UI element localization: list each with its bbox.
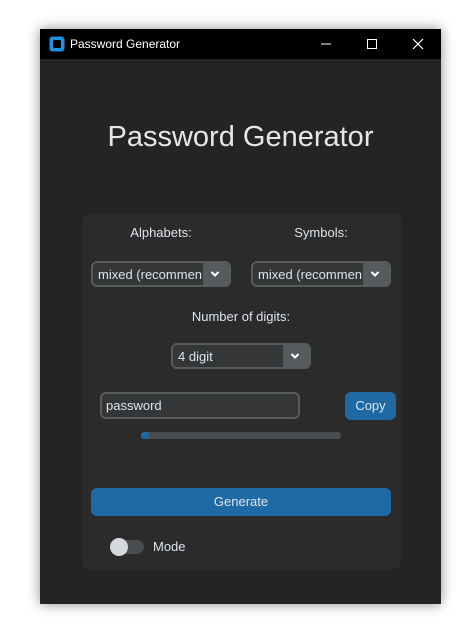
maximize-icon (367, 39, 377, 49)
password-field[interactable] (100, 392, 300, 419)
close-icon (412, 38, 424, 50)
password-input[interactable] (106, 396, 291, 415)
progress-fill (141, 432, 149, 439)
window-title: Password Generator (70, 37, 181, 51)
page-title: Password Generator (107, 121, 374, 153)
digits-label: Number of digits: (191, 309, 291, 324)
password-strength-bar (141, 432, 341, 439)
minimize-icon (321, 43, 331, 45)
digits-dropdown[interactable]: 4 digit (171, 343, 311, 369)
copy-button[interactable]: Copy (345, 392, 396, 420)
digits-dropdown-value: 4 digit (178, 349, 213, 364)
mode-label: Mode (153, 539, 186, 554)
chevron-down-icon (210, 271, 220, 277)
chevron-down-icon (290, 353, 300, 359)
minimize-button[interactable] (303, 29, 349, 59)
title-bar[interactable]: Password Generator (40, 29, 441, 59)
maximize-button[interactable] (349, 29, 395, 59)
close-button[interactable] (395, 29, 441, 59)
chevron-down-icon (370, 271, 380, 277)
alphabets-dropdown-arrow[interactable] (203, 263, 229, 285)
digits-dropdown-arrow[interactable] (283, 345, 309, 367)
mode-switch-knob[interactable] (110, 538, 128, 556)
mode-switch[interactable] (110, 538, 144, 556)
symbols-dropdown-value: mixed (recommended) (258, 267, 362, 282)
symbols-dropdown[interactable]: mixed (recommended) (251, 261, 391, 287)
alphabets-dropdown[interactable]: mixed (recommended) (91, 261, 231, 287)
symbols-label: Symbols: (294, 225, 348, 240)
alphabets-dropdown-value: mixed (recommended) (98, 267, 202, 282)
app-window: Password Generator Password Generator Al… (40, 29, 441, 604)
alphabets-label: Alphabets: (130, 225, 192, 240)
symbols-dropdown-arrow[interactable] (363, 263, 389, 285)
app-icon (49, 36, 65, 52)
generate-button[interactable]: Generate (91, 488, 391, 516)
